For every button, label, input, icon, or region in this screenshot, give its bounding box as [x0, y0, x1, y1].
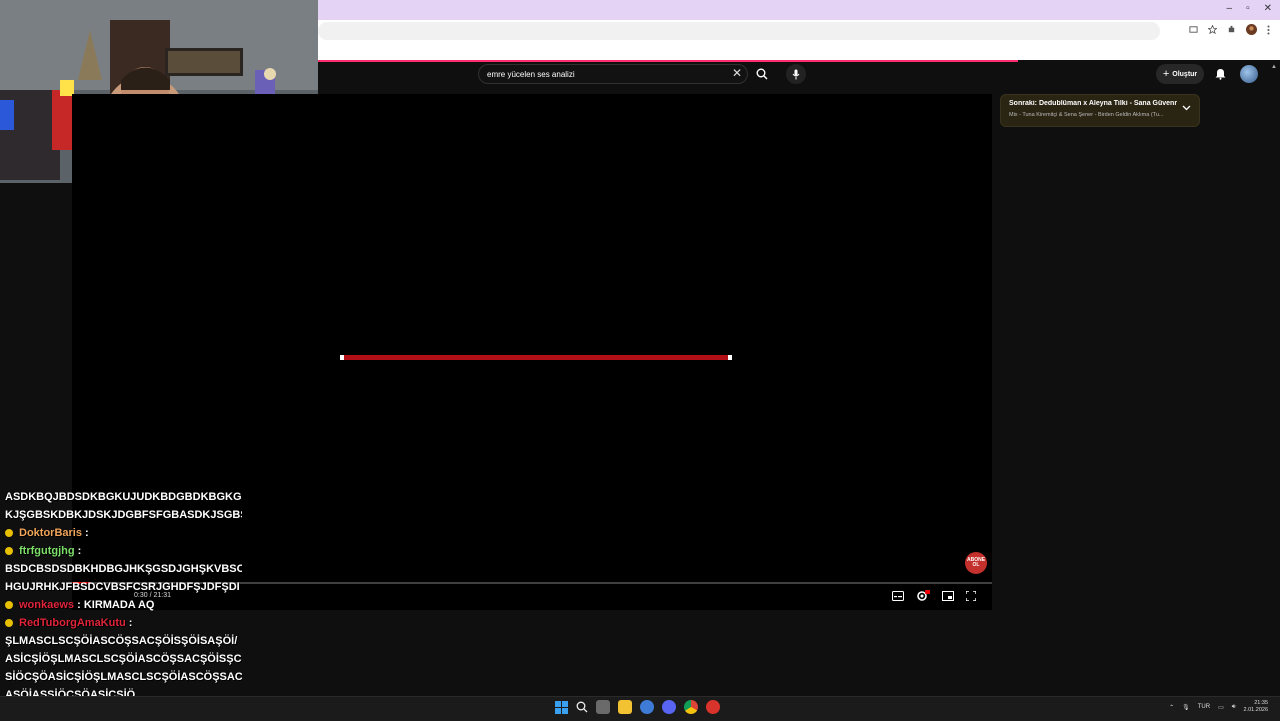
scroll-up-arrow-icon[interactable]: ▲: [1271, 64, 1277, 70]
microphone-tray-icon[interactable]: 🎙︎: [1182, 704, 1190, 711]
chat-message: HGUJRHKJFBSDCVBSFCSRJGHDFŞJDFŞDI: [0, 578, 242, 596]
chat-text: KIRMADA AQ: [83, 599, 155, 611]
extensions-icon[interactable]: [1227, 25, 1236, 34]
chat-message: RedTuborgAmaKutu :: [0, 614, 242, 632]
address-bar-row: [318, 20, 1280, 42]
player-right-controls: [892, 590, 976, 602]
chat-separator: :: [74, 545, 82, 557]
chat-text: ŞLMASCLSCŞÖİASCÖŞSACŞÖİSŞÖİSAŞÖİ/: [5, 635, 238, 647]
clear-search-button[interactable]: ✕: [732, 66, 742, 80]
discord-icon[interactable]: [662, 700, 676, 714]
chat-username[interactable]: RedTuborgAmaKutu: [17, 617, 126, 629]
install-app-icon[interactable]: [1189, 25, 1198, 34]
network-icon[interactable]: ▭: [1218, 704, 1224, 711]
start-button[interactable]: [555, 700, 568, 714]
chat-separator: :: [74, 599, 84, 611]
plus-icon: +: [1162, 68, 1170, 80]
account-avatar[interactable]: [1240, 65, 1258, 83]
file-explorer-icon[interactable]: [618, 700, 632, 714]
close-window-button[interactable]: ✕: [1264, 3, 1272, 14]
task-view-icon[interactable]: [596, 700, 610, 714]
chat-text: SİÖCŞÖASİCŞİÖŞLMASCLSCŞÖİASCÖŞSAC: [5, 671, 242, 683]
clock-date: 2.01.2026: [1243, 707, 1268, 713]
up-next-card[interactable]: Sonraki: Dedublüman x Aleyna Tilki - San…: [1000, 94, 1200, 127]
subtitles-icon: [892, 591, 904, 601]
chat-message: wonkaews : KIRMADA AQ: [0, 596, 242, 614]
minimize-button[interactable]: –: [1227, 3, 1233, 14]
chat-username[interactable]: wonkaews: [17, 599, 74, 611]
clock-time: 21:35: [1254, 700, 1268, 706]
chat-message: SİÖCŞÖASİCŞİÖŞLMASCLSCŞÖİASCÖŞSAC: [0, 668, 242, 686]
windows-logo-icon: [555, 700, 568, 714]
up-next-subtitle: Mix - Tuna Kiremitçi & Sena Şener - Bird…: [1009, 112, 1164, 118]
bell-icon: [1215, 69, 1225, 80]
create-button-label: Oluştur: [1172, 70, 1198, 78]
video-frame-marker-right: [728, 355, 732, 360]
up-next-title: Sonraki: Dedublüman x Aleyna Tilki - San…: [1009, 100, 1177, 107]
chevron-down-icon[interactable]: [1182, 105, 1191, 111]
chat-message: ftrfgutgjhg :: [0, 542, 242, 560]
browser-toolbar: [1189, 24, 1270, 35]
search-query-text: emre yücelen ses analizi: [487, 69, 575, 79]
miniplayer-button[interactable]: [942, 591, 954, 601]
tray-overflow-chevron-icon[interactable]: ⌃: [1169, 704, 1174, 711]
subscribe-watermark[interactable]: ABONE OL: [965, 552, 987, 574]
chat-separator: :: [81, 527, 89, 539]
bookmarks-bar: [318, 42, 1280, 60]
maximize-button[interactable]: ▫: [1246, 3, 1250, 14]
search-icon: [756, 68, 768, 80]
notifications-button[interactable]: [1213, 66, 1227, 82]
fullscreen-icon: [966, 591, 976, 601]
chat-text: KJŞGBSKDBKJDSKJDGBFSFGBASDKJSGBS: [5, 509, 242, 521]
chat-separator: :: [125, 617, 133, 629]
chat-message: ASİCŞİÖŞLMASCLSCŞÖİASCÖŞSACŞÖİSŞC: [0, 650, 242, 668]
app-icon[interactable]: [640, 700, 654, 714]
voice-search-button[interactable]: [786, 64, 806, 84]
system-tray: ⌃ 🎙︎ TUR ▭ 🔊︎ 21:35 2.01.2026: [1169, 700, 1268, 714]
chat-badge-icon: [5, 619, 13, 628]
language-indicator[interactable]: TUR: [1198, 704, 1210, 710]
taskbar-clock[interactable]: 21:35 2.01.2026: [1244, 700, 1268, 714]
create-button[interactable]: + Oluştur: [1156, 64, 1204, 84]
chat-username[interactable]: DoktorBaris: [17, 527, 82, 539]
chat-text: ASDKBQJBDSDKBGKUJUDKBDGBDKBGKGBGBGB: [5, 491, 242, 503]
chat-message: KJŞGBSKDBKJDSKJDGBFSFGBASDKJSGBS: [0, 506, 242, 524]
profile-avatar[interactable]: [1246, 24, 1257, 35]
chat-message: ŞLMASCLSCŞÖİASCÖŞSACŞÖİSŞÖİSAŞÖİ/: [0, 632, 242, 650]
browser-menu-icon[interactable]: [1267, 25, 1270, 35]
taskbar-search-button[interactable]: [576, 701, 588, 713]
stream-chat-overlay: ASDKBQJBDSDKBGKUJUDKBDGBDKBGKGBGBGB KJŞGB…: [0, 488, 242, 718]
settings-button[interactable]: [916, 590, 930, 602]
window-controls: – ▫ ✕: [1227, 3, 1273, 14]
video-frame-marker-left: [340, 355, 344, 360]
address-bar[interactable]: [318, 22, 1160, 40]
microphone-icon: [792, 69, 800, 79]
chat-username[interactable]: ftrfgutgjhg: [17, 545, 75, 557]
taskbar-apps: [555, 700, 720, 714]
chrome-icon[interactable]: [684, 700, 698, 714]
chat-text: BSDCBSDSDBKHDBGJHKŞGSDJGHŞKVBSC: [5, 563, 242, 575]
search-input[interactable]: emre yücelen ses analizi: [478, 64, 748, 84]
chat-text: ASİCŞİÖŞLMASCLSCŞÖİASCÖŞSACŞÖİSŞC: [5, 653, 242, 665]
video-frame-red-line: [340, 355, 732, 360]
miniplayer-icon: [942, 591, 954, 601]
fullscreen-button[interactable]: [966, 591, 976, 601]
bookmark-star-icon[interactable]: [1208, 25, 1217, 34]
chat-text: HGUJRHKJFBSDCVBSFCSRJGHDFŞJDFŞDI: [5, 581, 240, 593]
search-button[interactable]: [752, 66, 772, 82]
chat-message: ASDKBQJBDSDKBGKUJUDKBDGBDKBGKGBGBGB: [0, 488, 242, 506]
gear-icon: [917, 590, 930, 601]
chat-message: DoktorBaris :: [0, 524, 242, 542]
recording-app-icon[interactable]: [706, 700, 720, 714]
search-icon: [576, 701, 588, 713]
chat-badge-icon: [5, 601, 13, 610]
chat-message: BSDCBSDSDBKHDBGJHKŞGSDJGHŞKVBSC: [0, 560, 242, 578]
subtitles-button[interactable]: [892, 591, 904, 601]
volume-icon[interactable]: 🔊︎: [1232, 704, 1236, 711]
chat-badge-icon: [5, 529, 13, 538]
chat-badge-icon: [5, 547, 13, 556]
browser-title-bar: – ▫ ✕: [318, 0, 1280, 20]
